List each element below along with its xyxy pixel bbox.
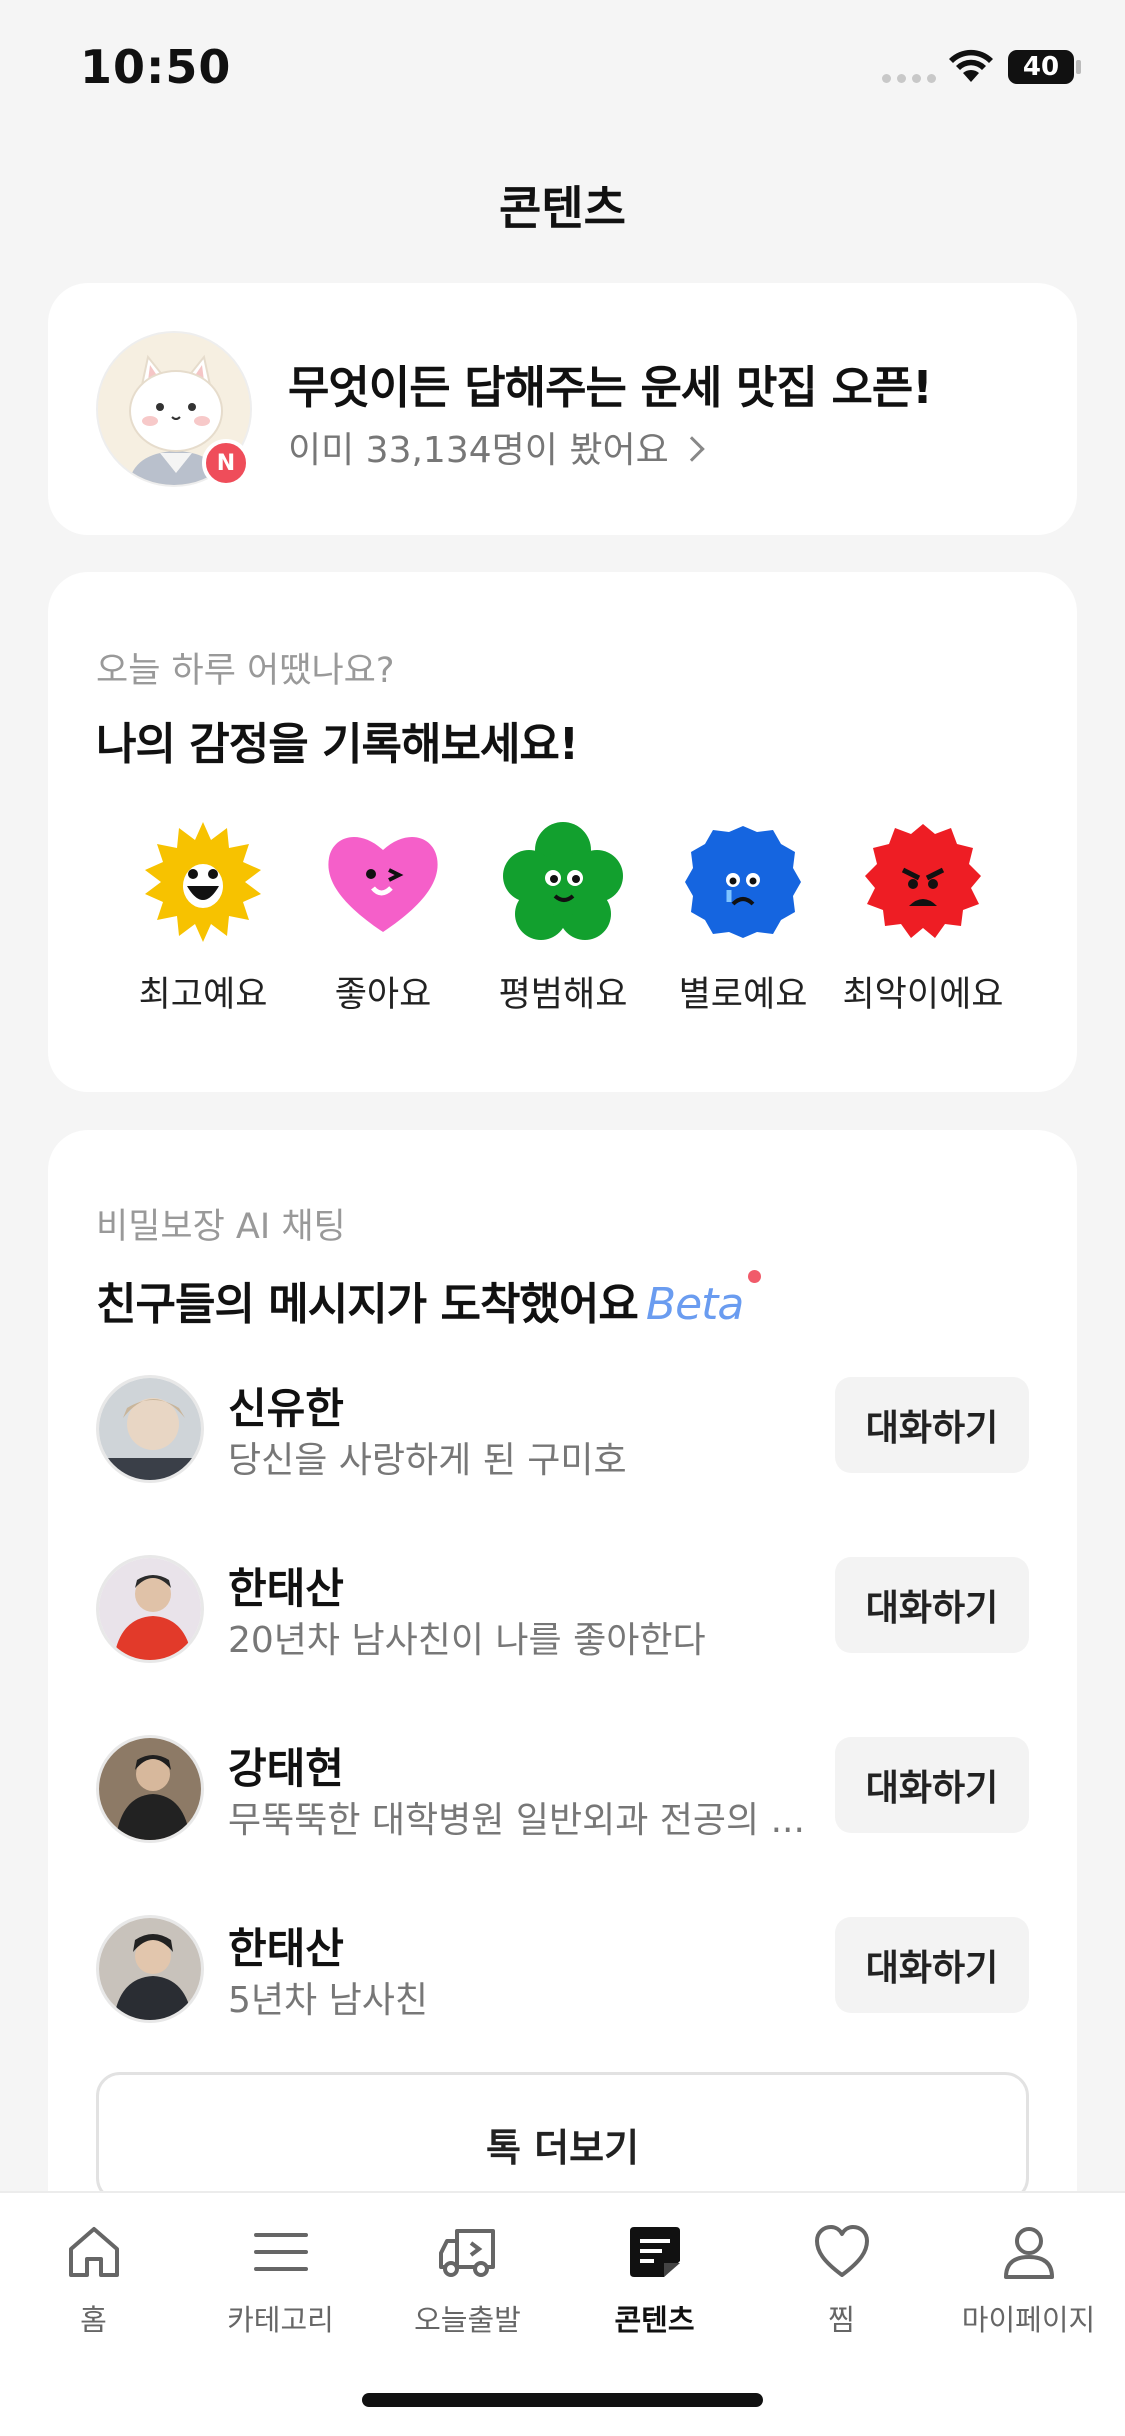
sad-blob-icon (685, 826, 801, 938)
beta-label: Beta (645, 1279, 744, 1330)
banner-subtitle: 이미 33,134명이 봤어요 (288, 421, 705, 473)
tab-home[interactable]: 홈 (0, 2193, 187, 2363)
emotion-best[interactable]: 최고예요 (113, 820, 293, 1017)
new-dot (748, 1270, 761, 1283)
start-chat-button[interactable]: 대화하기 (835, 1377, 1029, 1473)
friend-row[interactable]: 한태산 20년차 남사친이 나를 좋아한다 대화하기 (96, 1555, 1029, 1665)
tab-today-delivery[interactable]: 오늘출발 (374, 2193, 561, 2363)
emotion-normal[interactable]: 평범해요 (473, 820, 653, 1017)
status-bar: 10:50 40 (0, 0, 1125, 130)
emotion-card: 오늘 하루 어땠나요? 나의 감정을 기록해보세요! 최고예요 좋아요 평범해요… (48, 572, 1077, 1092)
tab-wishlist[interactable]: 찜 (748, 2193, 935, 2363)
emotion-label: 좋아요 (334, 975, 432, 1015)
emotion-label: 최악이에요 (842, 975, 1004, 1015)
friend-name: 한태산 (228, 1924, 344, 1973)
friend-desc: 당신을 사랑하게 된 구미호 (228, 1440, 627, 1481)
emotion-label: 별로예요 (678, 975, 808, 1015)
status-time: 10:50 (80, 40, 232, 94)
start-chat-button[interactable]: 대화하기 (835, 1737, 1029, 1833)
avatar (96, 1915, 204, 2023)
friend-row[interactable]: 강태현 무뚝뚝한 대학병원 일반외과 전공의 ... 대화하기 (96, 1735, 1029, 1845)
angry-blob-icon (865, 824, 981, 938)
emotion-bad[interactable]: 별로예요 (653, 820, 833, 1017)
friend-desc: 5년차 남사친 (228, 1980, 428, 2021)
emotion-worst[interactable]: 최악이에요 (833, 820, 1013, 1017)
avatar (96, 1735, 204, 1843)
battery-icon: 40 (1008, 50, 1074, 84)
sun-face-icon (145, 822, 261, 942)
friend-name: 강태현 (228, 1744, 344, 1793)
friend-desc: 무뚝뚝한 대학병원 일반외과 전공의 ... (228, 1800, 805, 1841)
avatar (96, 1555, 204, 1663)
chat-subtitle: 비밀보장 AI 채팅 (96, 1207, 346, 1247)
truck-icon (438, 2229, 495, 2277)
friend-name: 한태산 (228, 1564, 344, 1613)
chat-title: 친구들의 메시지가 도착했어요 Beta (96, 1268, 744, 1332)
chat-title-text: 친구들의 메시지가 도착했어요 (96, 1279, 639, 1330)
banner-avatar: N (96, 331, 252, 487)
tab-label: 오늘출발 (414, 2303, 521, 2337)
content-icon (629, 2227, 680, 2277)
emotion-title: 나의 감정을 기록해보세요! (96, 719, 579, 770)
emotion-subtitle: 오늘 하루 어땠나요? (96, 651, 395, 691)
home-icon (68, 2227, 119, 2277)
new-badge: N (202, 439, 250, 487)
person-icon (1003, 2227, 1054, 2279)
start-chat-button[interactable]: 대화하기 (835, 1917, 1029, 2013)
banner-subtitle-text: 이미 33,134명이 봤어요 (288, 430, 669, 471)
avatar (96, 1375, 204, 1483)
start-chat-button[interactable]: 대화하기 (835, 1557, 1029, 1653)
tab-label: 홈 (80, 2303, 107, 2337)
friend-name: 신유한 (228, 1384, 344, 1433)
tab-label: 마이페이지 (961, 2303, 1096, 2337)
tab-label: 카테고리 (227, 2303, 334, 2337)
emotion-good[interactable]: 좋아요 (293, 820, 473, 1017)
tab-mypage[interactable]: 마이페이지 (935, 2193, 1122, 2363)
battery-tip (1076, 60, 1081, 74)
tab-label: 찜 (828, 2303, 855, 2337)
tab-category[interactable]: 카테고리 (187, 2193, 374, 2363)
emotion-label: 평범해요 (498, 975, 628, 1015)
tab-contents[interactable]: 콘텐츠 (561, 2193, 748, 2363)
fortune-banner[interactable]: N 무엇이든 답해주는 운세 맛집 오픈! 이미 33,134명이 봤어요 (48, 283, 1077, 535)
banner-title: 무엇이든 답해주는 운세 맛집 오픈! (288, 361, 933, 414)
friend-desc: 20년차 남사친이 나를 좋아한다 (228, 1620, 706, 1661)
chevron-right-icon (678, 436, 705, 462)
emotion-label: 최고예요 (138, 975, 268, 1015)
flower-face-icon (503, 822, 623, 940)
page-title: 콘텐츠 (499, 181, 626, 235)
tab-label: 콘텐츠 (614, 2303, 695, 2337)
signal-icon (882, 74, 936, 83)
wifi-icon (949, 49, 993, 82)
heart-icon (814, 2225, 869, 2277)
friend-row[interactable]: 신유한 당신을 사랑하게 된 구미호 대화하기 (96, 1375, 1029, 1485)
heart-face-icon (328, 836, 438, 932)
menu-icon (253, 2233, 308, 2271)
home-indicator (362, 2393, 763, 2407)
more-chats-button[interactable]: 톡 더보기 (96, 2072, 1029, 2202)
friend-row[interactable]: 한태산 5년차 남사친 대화하기 (96, 1915, 1029, 2025)
